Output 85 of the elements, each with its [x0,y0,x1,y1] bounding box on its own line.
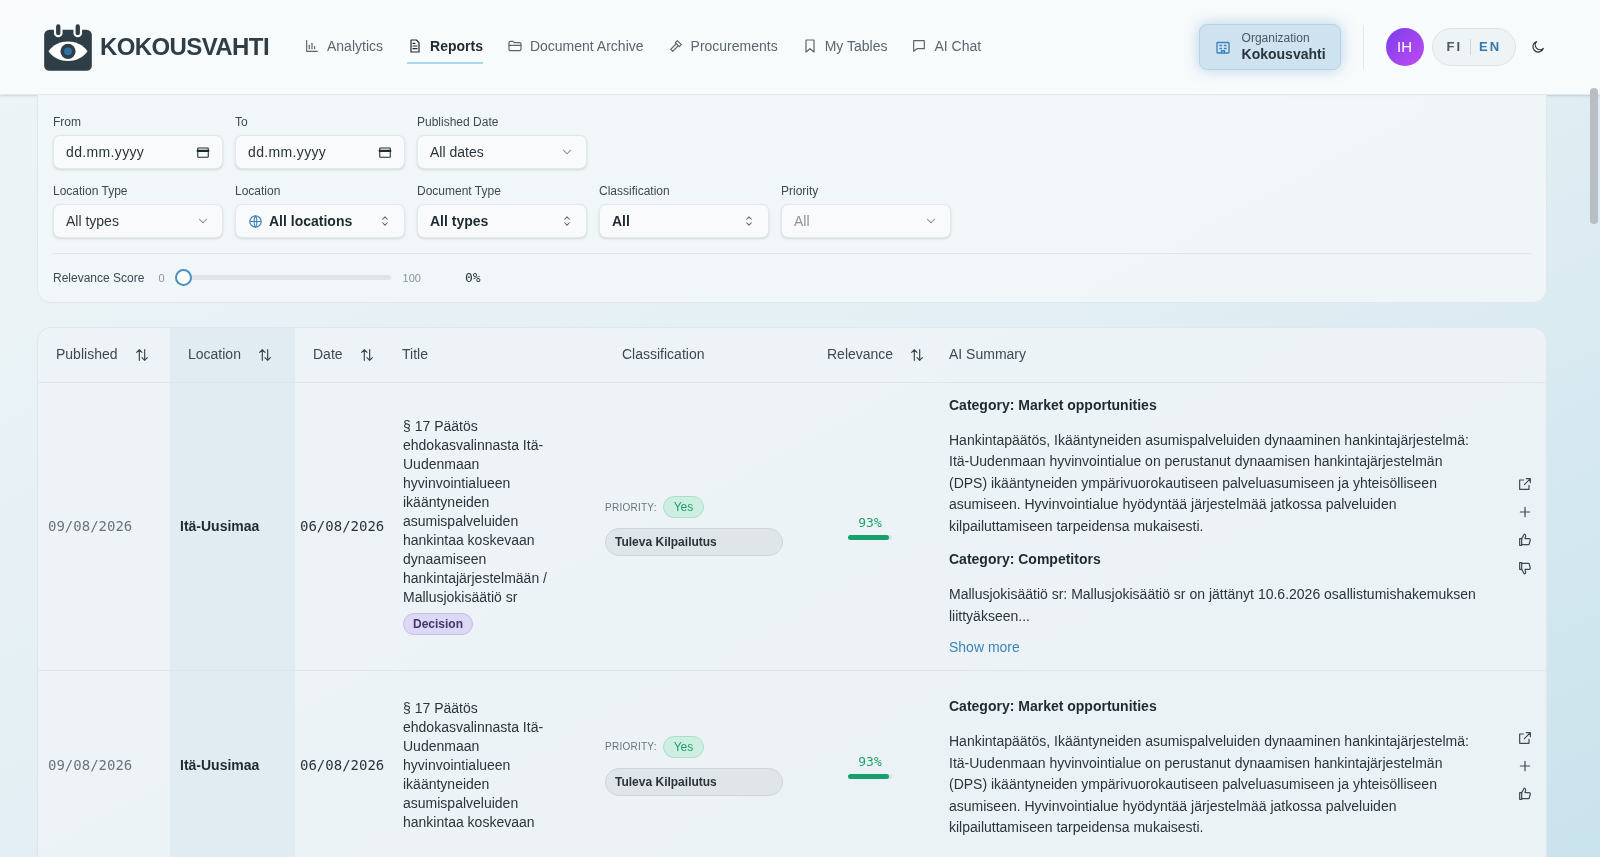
organization-button[interactable]: Organization Kokousvahti [1198,24,1341,70]
relevance-score: 93% [858,753,882,772]
field-label: Location [235,183,282,200]
classification-tag: Tuleva Kilpailutus [605,528,783,557]
location-cell-text: Itä-Uusimaa [180,516,260,536]
language-switch[interactable]: FI EN [1431,28,1516,66]
folder-icon [506,38,523,54]
external-link-icon [1516,729,1533,746]
calendar-icon [196,145,210,159]
published-date: 09/08/2026 [48,516,133,536]
language-option[interactable]: EN [1479,37,1501,57]
show-more-link[interactable]: Show more [949,637,1020,658]
summary-heading: Category: Competitors [949,550,1101,569]
user-avatar[interactable]: IH [1385,28,1424,66]
classification-tag: Tuleva Kilpailutus [605,767,783,796]
column-header[interactable]: Relevance [809,327,931,382]
slider-max: 100 [402,270,421,286]
hammer-icon [667,38,684,54]
bar-chart-icon [304,38,320,54]
field-label: Document Type [417,183,502,200]
document-title: § 17 Päätös ehdokasvalinnasta Itä-Uudenmaan hyvinvointialueen ikääntyneiden asumispalveluiden hankintaa koskevaan dynaamiseen hankintajärjestelmään / Mallusjokisäätiö sr [403,417,548,608]
published-date: 09/08/2026 [48,756,133,775]
priority-badge: Yes [662,735,705,758]
thumbs-up-icon [1516,532,1533,549]
summary-text: Hankintapäätös, Ikääntyneiden asumispalveluiden dynaaminen hankintajärjestelmä: Itä-Uudenmaan hyvinvointialue on perustanut dynaamisen hankintajärjestelmän (DPS) ikääntyneiden ympärivuorokautiseen palveluasumiseen ja yhteisölliseen asumiseen. Hyvinvointialue hyödyntää järjestelmää jatkossa palveluiden kilpailuttamiseen tarpeidensa mukaisesti. [949,430,1470,536]
nav-tab[interactable]: Reports [407,30,483,64]
select-field[interactable]: All types [417,204,587,238]
summary-heading: Category: Market opportunities [949,395,1157,415]
column-header[interactable]: Date [295,327,398,382]
field-label: Priority [781,183,820,200]
summary-text: Mallusjokisäätiö sr: Mallusjokisäätiö sr on jättänyt 10.6.2026 osallistumishakemuksen liittyäkseen... [949,585,1477,626]
field-label: Published Date [417,114,500,131]
external-link-icon [1516,476,1533,493]
open-external-button[interactable] [1516,729,1533,746]
nav-tab[interactable]: AI Chat [911,30,982,64]
like-button[interactable] [1516,785,1533,802]
date-field[interactable]: dd.mm.yyyy [235,135,405,169]
thumbs-down-icon [1516,560,1533,577]
nav-tab[interactable]: Document Archive [506,30,644,64]
calendar-eye-logo-icon [42,21,94,73]
select-field[interactable]: All dates [417,135,587,169]
relevance-slider[interactable] [174,269,391,287]
field-label: Location Type [53,183,129,200]
relevance-score: 93% [858,514,882,532]
thumbs-up-icon [1516,785,1533,802]
open-external-button[interactable] [1516,476,1533,493]
document-title: § 17 Päätös ehdokasvalinnasta Itä-Uudenmaan hyvinvointialueen ikääntyneiden asumispalveluiden hankintaa koskevaan [403,699,545,832]
column-header: AI Summary [948,345,1027,364]
location-cell-text: Itä-Uusimaa [180,756,260,775]
priority-label: PRIORITY: [605,500,657,515]
organization-name: Kokousvahti [1241,45,1326,64]
nav-tab[interactable]: Analytics [304,30,384,64]
scrollbar-thumb[interactable] [1590,88,1598,224]
slider-min: 0 [158,270,165,286]
like-button[interactable] [1516,532,1533,549]
moon-icon [1530,39,1546,55]
slider-label: Relevance Score [53,269,145,287]
priority-badge: Yes [662,496,705,519]
column-header: Title [401,345,429,364]
column-header: Classification [621,345,706,364]
nav-tab[interactable]: Procurements [667,30,778,64]
summary-heading: Category: Market opportunities [949,697,1157,717]
meeting-date: 06/08/2026 [300,516,385,536]
nav-tab[interactable]: My Tables [801,30,888,64]
field-label: Classification [599,183,671,200]
dark-mode-toggle[interactable] [1530,39,1546,55]
organization-label: Organization [1241,30,1311,46]
calendar-icon [378,145,392,159]
meeting-date: 06/08/2026 [300,756,385,775]
summary-text: Hankintapäätös, Ikääntyneiden asumispalveluiden dynaaminen hankintajärjestelmä: Itä-Uudenmaan hyvinvointialue on perustanut dynaamisen hankintajärjestelmän (DPS) ikääntyneiden ympärivuorokautiseen palveluasumiseen ja yhteisölliseen asumiseen. Hyvinvointialue hyödyntää järjestelmää jatkossa palveluiden kilpailuttamiseen tarpeidensa mukaisesti. [949,732,1470,838]
select-field[interactable]: All locations [235,204,405,238]
column-header[interactable]: Published [38,327,170,382]
priority-label: PRIORITY: [605,740,657,754]
field-label: To [235,114,249,131]
select-field[interactable]: All types [53,204,223,238]
select-field[interactable]: All [599,204,769,238]
brand-name: KOKOUSVAHTI [100,32,269,62]
dislike-button[interactable] [1516,560,1533,577]
field-label: From [53,114,82,131]
document-type-tag: Decision [403,613,473,636]
language-option[interactable]: FI [1446,37,1463,57]
chat-bubble-icon [911,38,928,54]
date-field[interactable]: dd.mm.yyyy [53,135,223,169]
slider-value: 0% [464,269,481,287]
column-header[interactable]: Location [170,327,295,382]
